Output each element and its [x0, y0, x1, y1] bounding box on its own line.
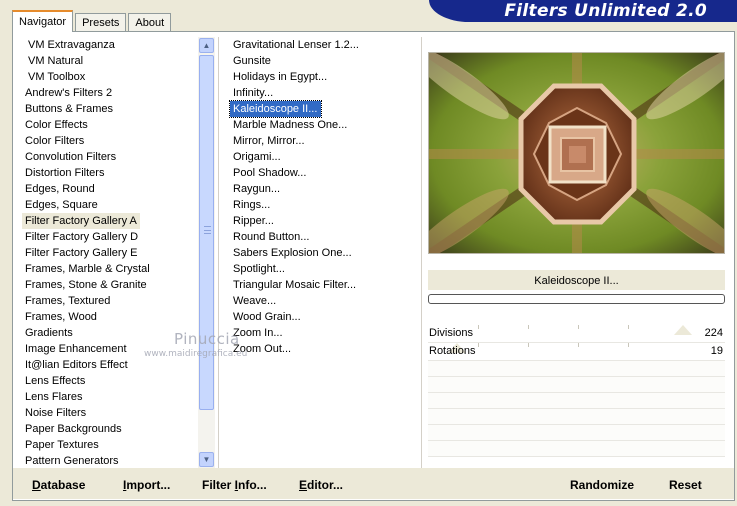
empty-parameter-row: [428, 361, 725, 377]
filter-item[interactable]: Gravitational Lenser 1.2...: [230, 37, 420, 53]
empty-parameter-row: [428, 409, 725, 425]
category-item[interactable]: Color Filters: [22, 133, 198, 149]
filter-item[interactable]: Origami...: [230, 149, 420, 165]
category-item[interactable]: Edges, Square: [22, 197, 198, 213]
database-button[interactable]: Database: [32, 478, 85, 492]
filter-info-button[interactable]: Filter Info...: [202, 478, 267, 492]
category-item[interactable]: Pattern Generators: [22, 453, 198, 468]
title-banner: Filters Unlimited 2.0: [429, 0, 737, 22]
category-item[interactable]: Frames, Marble & Crystal: [22, 261, 198, 277]
tab-strip: Navigator Presets About: [12, 10, 173, 32]
category-item[interactable]: Distortion Filters: [22, 165, 198, 181]
filter-item[interactable]: Gunsite: [230, 53, 420, 69]
filter-item[interactable]: Sabers Explosion One...: [230, 245, 420, 261]
randomize-button[interactable]: Randomize: [570, 478, 634, 492]
reset-button[interactable]: Reset: [669, 478, 702, 492]
parameter-value: 224: [704, 327, 723, 339]
filter-item[interactable]: Infinity...: [230, 85, 420, 101]
divider: [421, 37, 422, 468]
filter-item[interactable]: Spotlight...: [230, 261, 420, 277]
tab-presets[interactable]: Presets: [75, 13, 127, 32]
empty-parameter-row: [428, 377, 725, 393]
filter-item[interactable]: Pool Shadow...: [230, 165, 420, 181]
progress-bar: [428, 294, 725, 304]
filter-item[interactable]: Zoom Out...: [230, 341, 420, 357]
divider: [218, 37, 219, 468]
category-item[interactable]: VM Extravaganza: [22, 37, 198, 53]
tab-about[interactable]: About: [128, 13, 172, 32]
category-item[interactable]: Paper Textures: [22, 437, 198, 453]
filter-item[interactable]: Marble Madness One...: [230, 117, 420, 133]
empty-parameter-row: [428, 393, 725, 409]
filter-item[interactable]: Triangular Mosaic Filter...: [230, 277, 420, 293]
parameter-list: Divisions 224 Rotations 19: [428, 325, 725, 457]
parameter-value: 19: [710, 345, 723, 357]
category-item[interactable]: Noise Filters: [22, 405, 198, 421]
filter-item[interactable]: Zoom In...: [230, 325, 420, 341]
category-item[interactable]: Lens Flares: [22, 389, 198, 405]
scroll-down-button[interactable]: ▼: [199, 452, 214, 467]
filter-item[interactable]: Kaleidoscope II...: [228, 100, 323, 118]
grip-icon: [204, 226, 211, 234]
filter-item[interactable]: Wood Grain...: [230, 309, 420, 325]
category-item[interactable]: Frames, Textured: [22, 293, 198, 309]
import-button[interactable]: Import...: [123, 478, 170, 492]
parameter-label: Rotations: [429, 345, 476, 357]
category-item[interactable]: Color Effects: [22, 117, 198, 133]
category-item[interactable]: Frames, Wood: [22, 309, 198, 325]
category-item[interactable]: Edges, Round: [22, 181, 198, 197]
editor-button[interactable]: Editor...: [299, 478, 343, 492]
banner-title: Filters Unlimited 2.0: [504, 1, 707, 21]
category-scrollbar[interactable]: ▲ ▼: [198, 37, 215, 468]
filter-item[interactable]: Round Button...: [230, 229, 420, 245]
empty-parameter-row: [428, 425, 725, 441]
empty-parameter-row: [428, 441, 725, 457]
slider-thumb[interactable]: [674, 325, 692, 335]
category-item[interactable]: It@lian Editors Effect: [22, 357, 198, 373]
category-item[interactable]: Gradients: [22, 325, 198, 341]
category-item[interactable]: Paper Backgrounds: [22, 421, 198, 437]
filter-preview: [428, 52, 725, 254]
current-filter-name: Kaleidoscope II...: [428, 270, 725, 290]
category-item[interactable]: Filter Factory Gallery D: [22, 229, 198, 245]
parameter-slider[interactable]: Divisions 224: [428, 325, 725, 343]
bottom-toolbar: Database Import... Filter Info... Editor…: [13, 468, 734, 499]
category-item[interactable]: Filter Factory Gallery A: [22, 213, 140, 229]
tab-navigator[interactable]: Navigator: [12, 10, 74, 32]
parameter-label: Divisions: [429, 327, 474, 339]
watermark-name: Pinuccia: [174, 330, 240, 348]
filter-item[interactable]: Ripper...: [230, 213, 420, 229]
filter-item[interactable]: Mirror, Mirror...: [230, 133, 420, 149]
category-item[interactable]: VM Toolbox: [22, 69, 198, 85]
category-item[interactable]: Andrew's Filters 2: [22, 85, 198, 101]
scroll-up-button[interactable]: ▲: [199, 38, 214, 53]
category-item[interactable]: VM Natural: [22, 53, 198, 69]
category-list[interactable]: VM Extravaganza VM Natural VM Toolbox Andre…: [22, 37, 198, 468]
filter-list[interactable]: Gravitational Lenser 1.2... Gunsite Holida…: [228, 37, 420, 367]
category-item[interactable]: Convolution Filters: [22, 149, 198, 165]
kaleidoscope-preview-image: [429, 53, 724, 253]
parameter-slider[interactable]: Rotations 19: [428, 343, 725, 361]
filter-item[interactable]: Raygun...: [230, 181, 420, 197]
filter-item[interactable]: Holidays in Egypt...: [230, 69, 420, 85]
watermark-url: www.maidiregrafica.eu: [144, 349, 248, 359]
category-item[interactable]: Frames, Stone & Granite: [22, 277, 198, 293]
category-item[interactable]: Buttons & Frames: [22, 101, 198, 117]
filter-item[interactable]: Rings...: [230, 197, 420, 213]
filter-item[interactable]: Weave...: [230, 293, 420, 309]
category-item[interactable]: Lens Effects: [22, 373, 198, 389]
category-item[interactable]: Filter Factory Gallery E: [22, 245, 198, 261]
